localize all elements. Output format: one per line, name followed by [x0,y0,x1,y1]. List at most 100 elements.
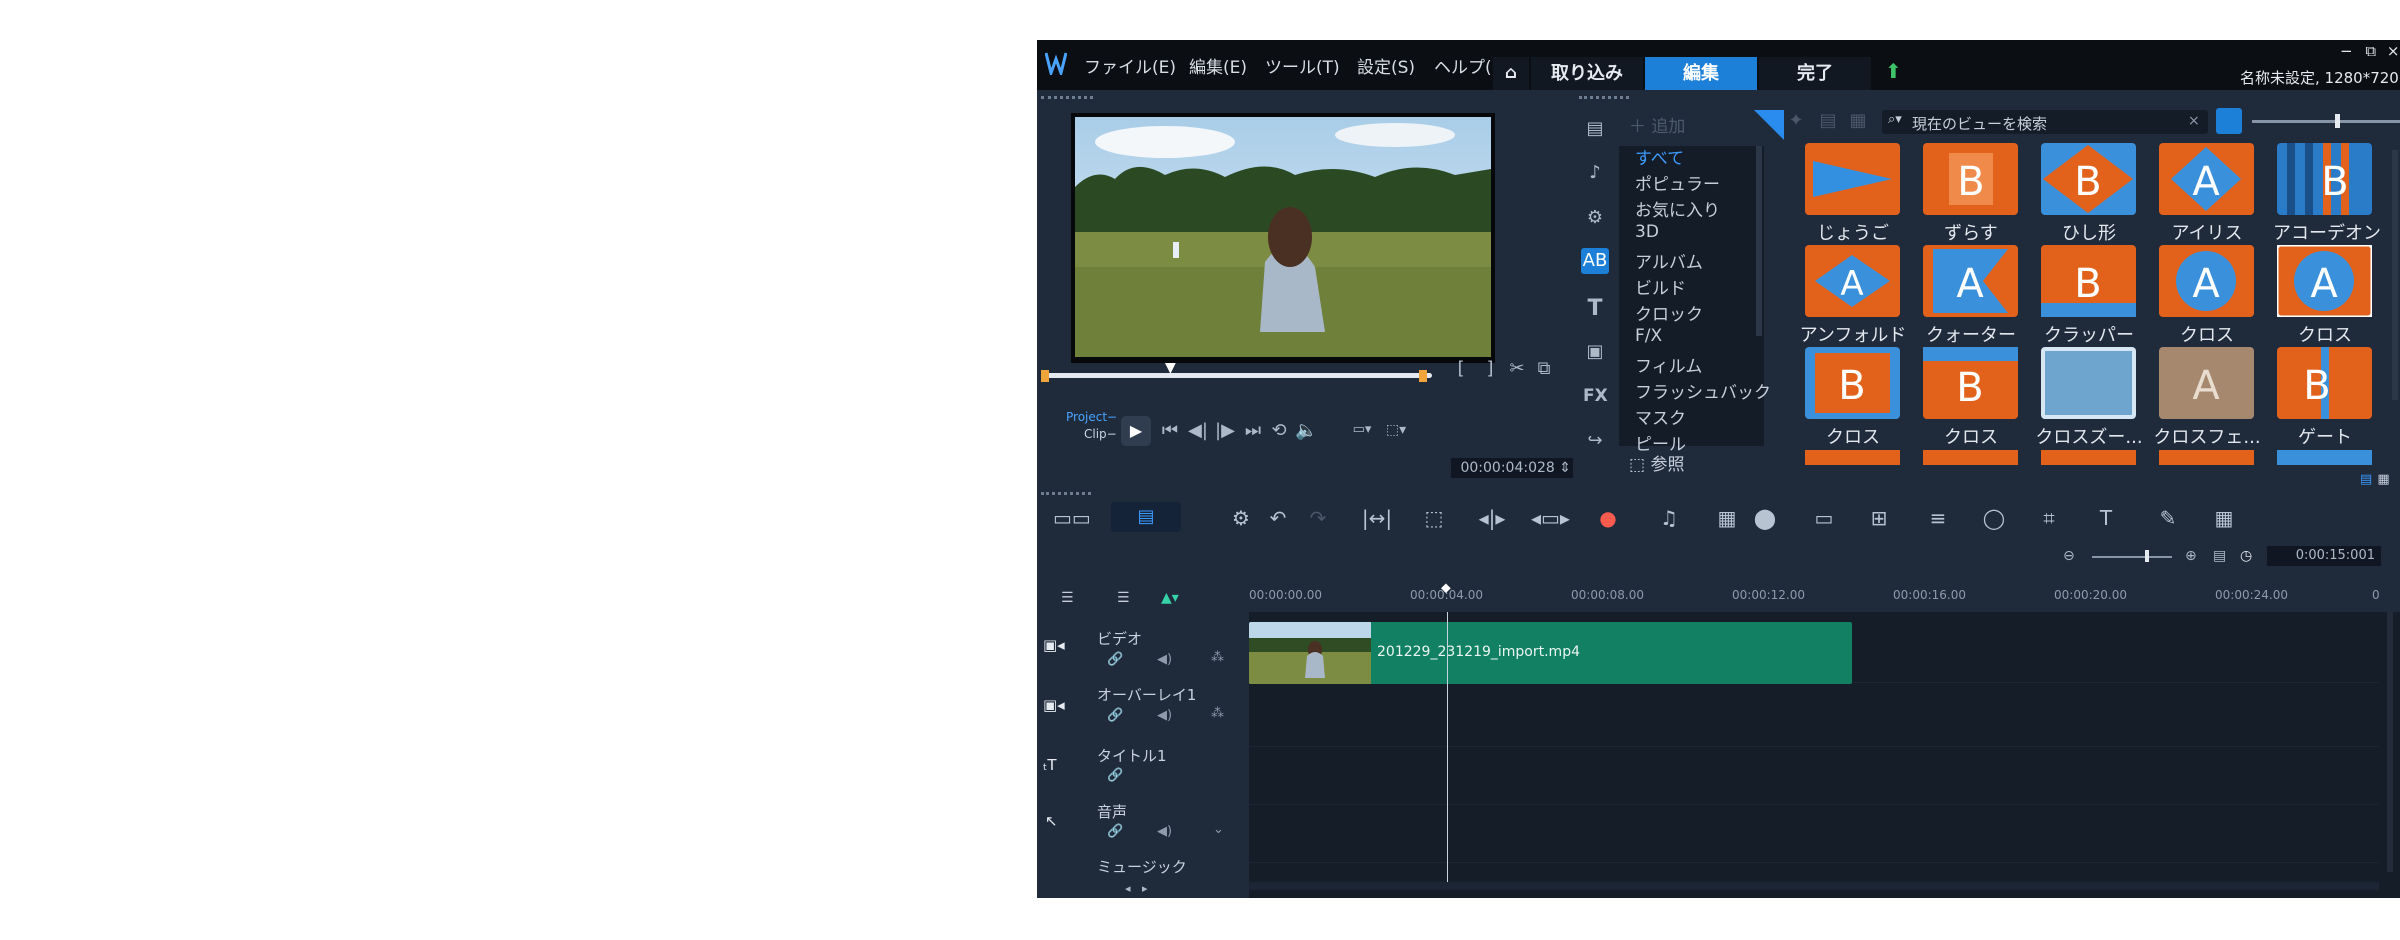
hd-preview-icon[interactable]: ▭▾ [1347,422,1377,437]
chapter-icon[interactable]: ☰ [1117,590,1130,606]
thumbnail-size-handle[interactable] [2335,114,2340,128]
scroll-left-icon[interactable]: ◂ [1125,882,1131,895]
enlarge-preview-icon[interactable]: ⧉ [1534,358,1554,379]
link-icon[interactable]: 🔗 [1107,824,1123,839]
video-clip[interactable]: 201229_231219_import.mp4 [1249,622,1852,684]
mark-in-button[interactable]: [ [1454,358,1468,379]
previous-frame-icon[interactable]: ◀| [1187,420,1209,441]
list-view-icon[interactable]: ▤ [2360,472,2372,487]
fit-project-icon[interactable]: ▤ [2213,548,2226,564]
overlay-lane[interactable] [1249,684,2379,747]
play-button[interactable]: ▶ [1121,416,1151,446]
title-track-icon[interactable]: ₜT [1043,756,1057,774]
thumbnail-partial[interactable] [1923,450,2018,465]
category-item[interactable]: すべて [1635,144,1684,169]
overlay-track-icon[interactable]: ▣◂ [1043,696,1065,714]
category-item[interactable]: ビルド [1635,274,1686,299]
link-icon[interactable]: 🔗 [1107,652,1123,667]
home-button[interactable]: ⌂ [1493,57,1529,90]
close-button[interactable]: × [2387,42,2400,60]
menu-edit[interactable]: 編集(E) [1189,53,1247,78]
clip-mode-label[interactable]: Clip− [1084,427,1117,441]
search-box[interactable]: ⌕▾ 現在のビューを検索 × [1882,110,2208,134]
category-item[interactable]: F/X [1635,326,1662,346]
timeline-view-button[interactable]: ▤ [1111,502,1181,532]
vertical-scrollbar[interactable] [2387,612,2393,872]
category-corner-icon[interactable] [1754,110,1784,140]
tab-capture[interactable]: 取り込み [1531,57,1643,90]
title-text-icon[interactable]: T [2089,506,2123,530]
video-track-icon[interactable]: ▣◂ [1043,636,1065,654]
import-media-icon[interactable]: ✦ [1782,110,1810,131]
clock-icon[interactable]: ◷ [2240,548,2252,564]
track-motion-icon[interactable]: ◂▭▸ [1531,506,1570,530]
pan-zoom-icon[interactable]: ⬚ [1417,506,1451,530]
tab-edit[interactable]: 編集 [1645,57,1757,90]
panel-grip[interactable] [1041,96,1093,102]
zoom-slider[interactable] [2092,556,2172,558]
graphics-icon[interactable]: ▣ [1583,341,1607,362]
scrub-bar[interactable] [1047,373,1432,378]
mark-out-button[interactable]: ] [1483,358,1497,379]
next-frame-icon[interactable]: |▶ [1214,420,1236,441]
menu-file[interactable]: ファイル(E) [1084,53,1176,78]
category-item[interactable]: マスク [1635,404,1686,429]
category-item[interactable]: フィルム [1635,352,1702,377]
undo-icon[interactable]: ↶ [1261,506,1295,530]
motion-tracking-icon[interactable]: ⌗ [2032,506,2066,530]
browse-button[interactable]: ⬚ 参照 [1629,450,1684,475]
menu-help[interactable]: ヘルプ(I [1434,53,1497,78]
tab-share[interactable]: 完了 [1759,57,1871,90]
subtitle-icon[interactable]: ▦ [1710,506,1744,530]
category-scrollbar[interactable] [1756,146,1762,336]
scroll-right-icon[interactable]: ▸ [1142,882,1148,895]
category-item[interactable]: クロック [1635,300,1703,325]
zoom-in-icon[interactable]: ⊕ [2185,548,2197,564]
record-icon[interactable]: ● [1591,506,1625,530]
split-screen-icon[interactable]: ⊞ [1862,506,1896,530]
title-lane[interactable] [1249,748,2379,805]
thumbnail-partial[interactable] [2277,450,2372,465]
timeline-scrollbar[interactable] [1249,882,2379,890]
mute-icon[interactable]: ◀) [1157,708,1172,723]
playhead-marker[interactable]: ⬥ [1441,580,1451,596]
library-scrollbar[interactable] [2392,150,2398,400]
auto-edit-icon[interactable]: ▦ [2207,506,2241,530]
library-grip[interactable] [1579,96,1629,102]
menu-settings[interactable]: 設定(S) [1357,53,1415,78]
track-manager-icon[interactable]: ☰ [1061,590,1074,606]
split-clip-icon[interactable]: ✂ [1507,358,1527,379]
link-icon[interactable]: 🔗 [1107,708,1123,723]
category-item[interactable]: お気に入り [1635,196,1720,221]
transition-icon[interactable]: AB [1581,248,1609,274]
ripple-icon[interactable]: |↔| [1360,506,1394,530]
category-item[interactable]: フラッシュバック [1635,378,1771,403]
add-category-button[interactable]: ＋ 追加 [1629,112,1685,137]
menu-tools[interactable]: ツール(T) [1265,53,1340,78]
clear-search-icon[interactable]: × [2188,113,2200,129]
volume-icon[interactable]: 🔈 [1295,420,1317,441]
zoom-slider-handle[interactable] [2145,550,2149,562]
scrub-handle[interactable]: ▼ [1165,360,1176,376]
minimize-button[interactable]: − [2340,42,2353,60]
go-to-end-icon[interactable]: ⏭ [1242,420,1264,441]
speed-icon[interactable]: ≡ [1921,506,1955,530]
ripple-track-icon[interactable]: ⁂ [1211,706,1224,721]
thumbnail-partial[interactable] [2159,450,2254,465]
category-item[interactable]: ポピュラー [1635,170,1720,195]
resize-crop-icon[interactable]: ⬚▾ [1383,422,1409,438]
multicam-icon[interactable]: ⚙ [1224,506,1258,530]
fx-icon[interactable]: FX [1583,386,1608,406]
trim-out-handle[interactable] [1419,370,1427,382]
playhead-line[interactable] [1447,612,1448,882]
caption-icon[interactable]: ▭ [1807,506,1841,530]
instant-project-icon[interactable]: ⚙ [1583,207,1607,228]
sort-icon[interactable]: ▤ [1814,110,1842,131]
upload-arrow-icon[interactable]: ⬆ [1885,59,1902,83]
grid-view-icon[interactable]: ▦ [2377,472,2389,487]
category-item[interactable]: アルバム [1635,248,1703,273]
link-icon[interactable]: 🔗 [1107,768,1123,783]
mute-icon[interactable]: ◀) [1157,652,1172,667]
mute-icon[interactable]: ◀) [1157,824,1172,839]
stretch-icon[interactable]: ◂|▸ [1475,506,1509,530]
